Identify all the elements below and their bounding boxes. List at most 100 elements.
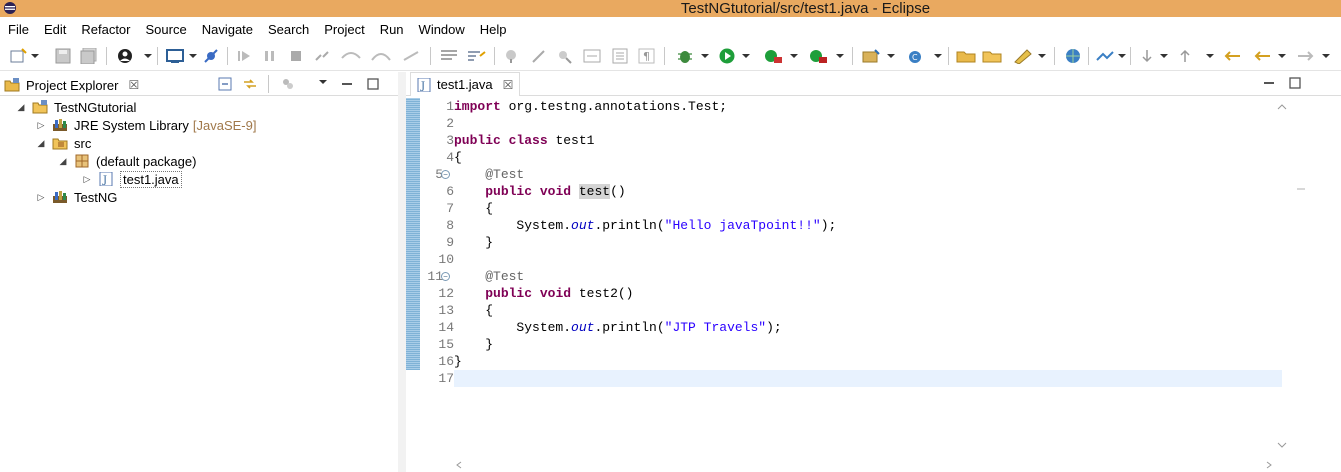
debug-icon[interactable]: [676, 48, 694, 64]
new-java-project-icon[interactable]: [861, 48, 881, 64]
menu-edit[interactable]: Edit: [44, 22, 66, 37]
fold-collapse-icon[interactable]: −: [441, 272, 450, 281]
scroll-up-chevron-icon[interactable]: [1276, 102, 1288, 112]
step-return-icon[interactable]: [400, 48, 422, 64]
edit-dropdown-chevron-icon[interactable]: [1038, 54, 1046, 58]
vertical-scrollbar[interactable]: [1276, 98, 1288, 460]
horizontal-scrollbar[interactable]: [454, 458, 1276, 472]
use-step-filters-icon[interactable]: [440, 48, 458, 64]
view-sash[interactable]: [398, 72, 406, 472]
resume-icon[interactable]: [236, 48, 252, 64]
tree-item-jre-system-library[interactable]: ▷ JRE System Library [JavaSE-9]: [36, 116, 257, 134]
skip-breakpoints-icon[interactable]: [203, 48, 219, 64]
new-wizard-icon[interactable]: [10, 48, 28, 64]
maximize-icon[interactable]: [1288, 76, 1302, 90]
minimize-icon[interactable]: [1262, 76, 1276, 90]
new-class-dropdown-chevron-icon[interactable]: [934, 54, 942, 58]
search-dropdown-chevron-icon[interactable]: [1118, 54, 1126, 58]
collapsed-twisty-icon[interactable]: ▷: [82, 174, 92, 185]
coverage-dropdown-chevron-icon[interactable]: [790, 54, 798, 58]
source-code[interactable]: import org.testng.annotations.Test; publ…: [454, 98, 1282, 387]
tree-item-src[interactable]: ◢ src: [36, 134, 92, 152]
user-profile-icon[interactable]: [116, 48, 134, 64]
external-tools-dropdown-chevron-icon[interactable]: [836, 54, 844, 58]
scroll-left-chevron-icon[interactable]: [454, 460, 466, 470]
project-explorer-tab-label: Project Explorer: [26, 77, 119, 93]
collapse-all-icon[interactable]: [218, 77, 232, 91]
open-project-icon[interactable]: [982, 48, 1002, 64]
link-with-editor-icon[interactable]: [243, 77, 257, 91]
tree-item-testngtutorial[interactable]: ◢ TestNGtutorial: [16, 98, 137, 116]
code-text: (): [610, 184, 626, 199]
minimize-icon[interactable]: [340, 77, 354, 91]
forward-arrow-icon[interactable]: [1296, 48, 1316, 64]
menu-search[interactable]: Search: [268, 22, 309, 37]
menu-file[interactable]: File: [8, 22, 29, 37]
last-edit-location-icon[interactable]: [1222, 48, 1242, 64]
menu-source[interactable]: Source: [146, 22, 187, 37]
tree-item-test1-java[interactable]: ▷ J test1.java: [82, 170, 182, 188]
filters-icon[interactable]: [281, 77, 295, 91]
occurrence-marker[interactable]: [1297, 188, 1305, 190]
project-explorer-tab[interactable]: Project Explorer ☒: [4, 75, 139, 95]
previous-annotation-dropdown-chevron-icon[interactable]: [1206, 54, 1214, 58]
back-dropdown-chevron-icon[interactable]: [1278, 54, 1286, 58]
fold-collapse-icon[interactable]: −: [441, 170, 450, 179]
toggle-block-selection-icon[interactable]: [611, 48, 629, 64]
search-pen-icon[interactable]: [530, 48, 548, 64]
web-browser-globe-icon[interactable]: [1064, 48, 1082, 64]
open-console-icon[interactable]: [166, 48, 184, 64]
terminate-icon[interactable]: [288, 48, 304, 64]
previous-annotation-icon[interactable]: [1176, 48, 1194, 64]
toggle-breadcrumb-icon[interactable]: [583, 48, 601, 64]
collapsed-twisty-icon[interactable]: ▷: [36, 120, 46, 131]
new-dropdown-chevron-icon[interactable]: [31, 54, 39, 58]
tree-item-testng[interactable]: ▷ TestNG: [36, 188, 118, 206]
step-into-icon[interactable]: [340, 48, 362, 64]
open-folder-icon[interactable]: [956, 48, 976, 64]
expanded-twisty-icon[interactable]: ◢: [16, 102, 26, 113]
run-icon[interactable]: [718, 48, 736, 64]
open-type-icon[interactable]: [502, 48, 520, 64]
menu-project[interactable]: Project: [324, 22, 364, 37]
console-dropdown-chevron-icon[interactable]: [189, 54, 197, 58]
disconnect-icon[interactable]: [314, 48, 330, 64]
coverage-icon[interactable]: [763, 48, 783, 64]
profile-dropdown-chevron-icon[interactable]: [144, 54, 152, 58]
search-icon[interactable]: [1095, 48, 1115, 64]
new-project-dropdown-chevron-icon[interactable]: [887, 54, 895, 58]
view-menu-chevron-icon[interactable]: [319, 80, 327, 84]
tree-item-default-package[interactable]: ◢ (default package): [58, 152, 197, 170]
next-annotation-dropdown-chevron-icon[interactable]: [1160, 54, 1168, 58]
forward-dropdown-chevron-icon[interactable]: [1322, 54, 1330, 58]
show-whitespace-icon[interactable]: ¶: [638, 48, 656, 64]
expanded-twisty-icon[interactable]: ◢: [58, 156, 68, 167]
menu-help[interactable]: Help: [480, 22, 507, 37]
close-icon[interactable]: ☒: [503, 78, 514, 92]
menu-run[interactable]: Run: [380, 22, 404, 37]
menu-refactor[interactable]: Refactor: [81, 22, 130, 37]
run-dropdown-chevron-icon[interactable]: [742, 54, 750, 58]
menu-window[interactable]: Window: [419, 22, 465, 37]
suspend-icon[interactable]: [262, 48, 278, 64]
editor-tab-test1-java[interactable]: J test1.java ☒: [410, 72, 521, 96]
next-annotation-icon[interactable]: [1138, 48, 1156, 64]
back-arrow-icon[interactable]: [1252, 48, 1272, 64]
close-icon[interactable]: ☒: [128, 78, 139, 92]
save-icon[interactable]: [55, 48, 71, 64]
edit-pencil-icon[interactable]: [1012, 48, 1034, 64]
scroll-down-chevron-icon[interactable]: [1276, 440, 1288, 450]
step-over-icon[interactable]: [370, 48, 392, 64]
new-java-class-icon[interactable]: C: [906, 48, 926, 64]
overview-ruler[interactable]: [1296, 98, 1306, 460]
debug-dropdown-chevron-icon[interactable]: [701, 54, 709, 58]
external-tools-icon[interactable]: [808, 48, 828, 64]
scroll-right-chevron-icon[interactable]: [1262, 460, 1274, 470]
toggle-mark-occurrences-icon[interactable]: [556, 48, 574, 64]
expanded-twisty-icon[interactable]: ◢: [36, 138, 46, 149]
drop-to-frame-icon[interactable]: [466, 48, 486, 64]
collapsed-twisty-icon[interactable]: ▷: [36, 192, 46, 203]
menu-navigate[interactable]: Navigate: [202, 22, 253, 37]
save-all-icon[interactable]: [80, 48, 98, 64]
maximize-icon[interactable]: [366, 77, 380, 91]
